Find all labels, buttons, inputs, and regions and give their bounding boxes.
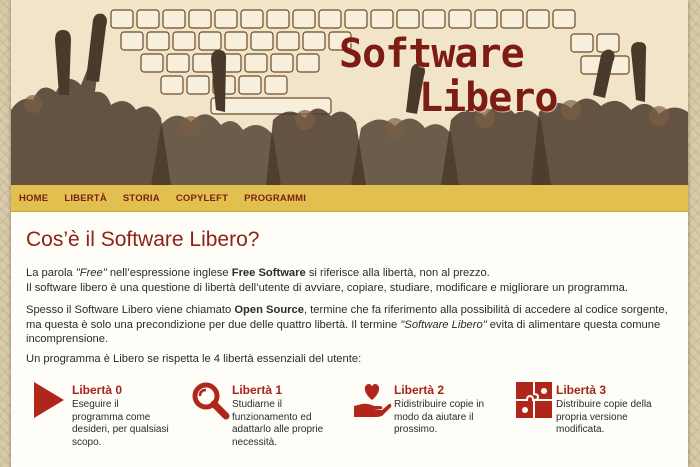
site-title-line1: Software — [339, 31, 525, 77]
page-container: Software Libero HOME LIBERTÀ STORIA COPY… — [11, 0, 688, 467]
play-icon — [34, 382, 64, 418]
intro-text-c: si riferisce alla libertà, non al prezzo… — [305, 267, 490, 279]
nav-item-copyleft[interactable]: COPYLEFT — [176, 193, 228, 204]
nav-item-liberta[interactable]: LIBERTÀ — [64, 193, 107, 204]
freedom-desc-2: Ridistribuire copie in modo da aiutare i… — [394, 399, 485, 435]
freedom-desc-3: Distribuire copie della propria versione… — [556, 399, 652, 435]
os-text-a: Spesso il Software Libero viene chiamato — [26, 304, 235, 316]
freedom-title-1: Libertà 1 — [232, 383, 283, 397]
freedom-item-2: Libertà 2 Ridistribuire copie in modo da… — [348, 380, 508, 460]
freedom-title-3: Libertà 3 — [556, 383, 607, 397]
os-open-source: Open Source — [234, 304, 304, 316]
freedoms-list: Libertà 0 Eseguire il programma come des… — [26, 380, 676, 460]
freedom-item-1: Libertà 1 Studiarne il funzionamento ed … — [186, 380, 346, 460]
intro-paragraph: La parola "Free" nell’espressione ingles… — [26, 266, 676, 295]
main-content: Cos’è il Software Libero? La parola "Fre… — [26, 228, 676, 448]
intro-text-b: nell’espressione inglese — [106, 267, 232, 279]
nav-item-home[interactable]: HOME — [19, 193, 48, 204]
heart-hand-icon — [354, 384, 392, 417]
puzzle-icon — [516, 382, 552, 418]
os-software-libero-quote: "Software Libero" — [400, 318, 487, 331]
freedom-item-3: Libertà 3 Distribuire copie della propri… — [510, 380, 670, 460]
nav-item-programmi[interactable]: PROGRAMMI — [244, 193, 306, 204]
main-navigation: HOME LIBERTÀ STORIA COPYLEFT PROGRAMMI — [11, 185, 688, 212]
magnifier-icon — [192, 382, 230, 420]
site-title[interactable]: Software Libero — [339, 32, 619, 120]
freedoms-intro: Un programma è Libero se rispetta le 4 l… — [26, 353, 362, 365]
nav-item-storia[interactable]: STORIA — [123, 193, 160, 204]
freedom-title-0: Libertà 0 — [72, 383, 123, 397]
site-title-line2: Libero — [419, 75, 559, 121]
intro-text-a: La parola — [26, 267, 76, 279]
header-banner: Software Libero — [11, 0, 688, 185]
intro-free-software: Free Software — [231, 267, 306, 279]
freedom-desc-1: Studiarne il funzionamento ed adattarlo … — [232, 399, 324, 448]
freedom-item-0: Libertà 0 Eseguire il programma come des… — [26, 380, 186, 460]
intro-text-line2: Il software libero è una questione di li… — [26, 281, 628, 294]
freedom-desc-0: Eseguire il programma come desideri, per… — [72, 399, 169, 448]
open-source-paragraph: Spesso il Software Libero viene chiamato… — [26, 303, 676, 347]
freedom-title-2: Libertà 2 — [394, 383, 445, 397]
intro-free-quote: "Free" — [75, 267, 107, 279]
page-title: Cos’è il Software Libero? — [26, 228, 260, 251]
